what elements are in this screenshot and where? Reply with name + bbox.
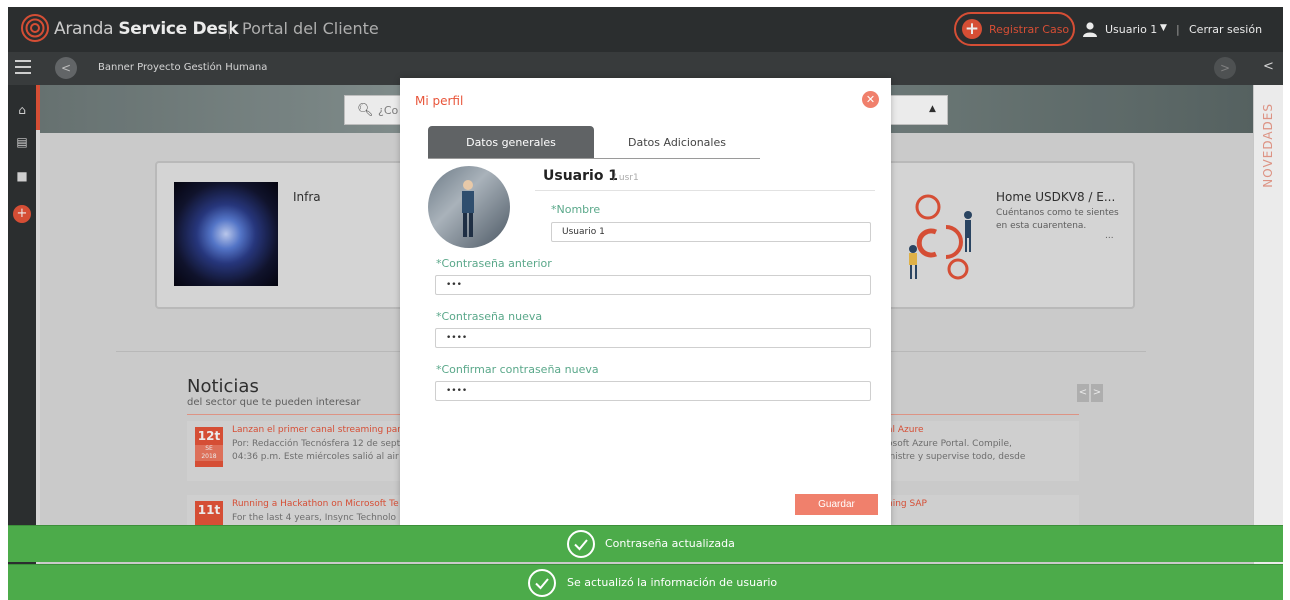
toast-user-updated[interactable]: Se actualizó la información de usuario: [8, 564, 1283, 600]
confirm-password-input[interactable]: ••••: [435, 381, 871, 401]
name-label: *Nombre: [551, 203, 601, 216]
profile-modal: Mi perfil ✕ Datos generales Datos Adicio…: [400, 78, 891, 527]
toast-message: Contraseña actualizada: [605, 537, 735, 550]
old-password-label: *Contraseña anterior: [436, 257, 552, 270]
tabs-underline: [428, 158, 760, 159]
new-password-label: *Contraseña nueva: [436, 310, 543, 323]
confirm-password-label: *Confirmar contraseña nueva: [436, 363, 599, 376]
app-window: Aranda Service Desk Portal del Cliente +…: [8, 7, 1283, 600]
new-password-input[interactable]: ••••: [435, 328, 871, 348]
profile-name-divider: [535, 190, 875, 191]
check-circle-icon: [528, 569, 556, 597]
name-input[interactable]: Usuario 1: [551, 222, 871, 242]
toast-password-updated[interactable]: Contraseña actualizada: [8, 525, 1283, 562]
profile-name: Usuario 1: [543, 168, 619, 184]
profile-username: / usr1: [613, 173, 639, 183]
modal-title: Mi perfil: [415, 94, 464, 108]
check-circle-icon: [567, 530, 595, 558]
avatar[interactable]: [428, 166, 510, 248]
old-password-input[interactable]: •••: [435, 275, 871, 295]
toast-message: Se actualizó la información de usuario: [567, 576, 778, 589]
tab-general-data[interactable]: Datos generales: [428, 126, 594, 159]
close-icon[interactable]: ✕: [862, 91, 879, 108]
tab-additional-data[interactable]: Datos Adicionales: [594, 126, 760, 159]
person-silhouette-icon: [462, 180, 474, 237]
save-button[interactable]: Guardar: [795, 494, 878, 515]
